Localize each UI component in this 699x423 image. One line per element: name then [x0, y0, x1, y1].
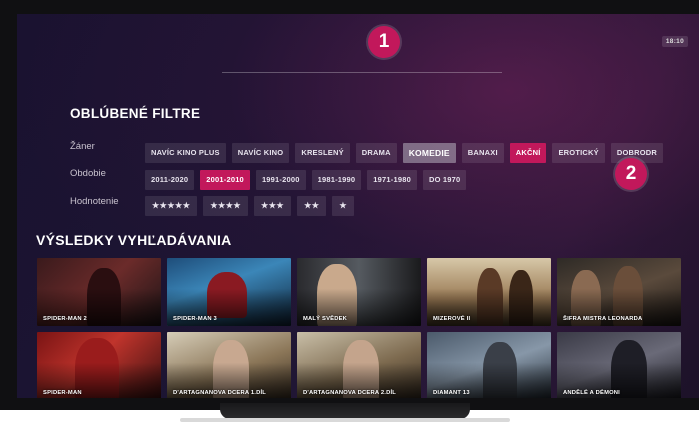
poster-shade	[297, 332, 421, 398]
movie-tile[interactable]: SPIDER-MAN 2	[37, 258, 161, 326]
genre-filter-row: NAVÍC KINO PLUS NAVÍC KINO KRESLENÝ DRAM…	[145, 143, 663, 163]
genre-chip-selected[interactable]: AKČNÍ	[509, 143, 547, 163]
genre-chip[interactable]: KRESLENÝ	[295, 143, 350, 163]
genre-chip[interactable]: NAVÍC KINO PLUS	[145, 143, 226, 163]
movie-title: ANDĚLÉ A DÉMONI	[563, 390, 620, 396]
period-chip[interactable]: 1971-1980	[367, 170, 417, 190]
rating-chip-3-stars[interactable]: ★★★	[254, 196, 292, 216]
movie-title: D'ARTAGNANOVA DCERA 2.DÍL	[303, 390, 397, 396]
movie-tile[interactable]: SPIDER-MAN	[37, 332, 161, 398]
movie-tile[interactable]: D'ARTAGNANOVA DCERA 1.DÍL	[167, 332, 291, 398]
period-chip[interactable]: 1981-1990	[311, 170, 362, 190]
poster-shade	[167, 332, 291, 398]
favorite-filters-title: OBLÚBENÉ FILTRE	[70, 106, 201, 121]
period-filter-row: 2011-2020 2001-2010 1991-2000 1981-1990 …	[145, 170, 467, 190]
rating-chip-2-stars[interactable]: ★★	[297, 196, 327, 216]
movie-title: MALÝ SVĚDEK	[303, 316, 348, 322]
genre-chip[interactable]: DRAMA	[355, 143, 397, 163]
tv-stand	[180, 403, 510, 422]
tv-screen: 18:10 OBLÚBENÉ FILTRE Žáner Obdobie Hodn…	[17, 14, 699, 398]
movie-title: SPIDER-MAN 3	[173, 316, 217, 322]
genre-chip[interactable]: EROTICKÝ	[552, 143, 605, 163]
rating-chip-1-star[interactable]: ★	[332, 196, 355, 216]
movie-tile[interactable]: SPIDER-MAN 3	[167, 258, 291, 326]
movie-tile[interactable]: ŠIFRA MISTRA LEONARDA	[557, 258, 681, 326]
movie-title: SPIDER-MAN	[43, 390, 82, 396]
poster-shade	[557, 332, 681, 398]
clock: 18:10	[661, 36, 688, 47]
movie-title: DIAMANT 13	[433, 390, 470, 396]
rating-filter-row: ★★★★★ ★★★★ ★★★ ★★ ★	[145, 196, 355, 216]
callout-badge-1: 1	[368, 26, 400, 58]
period-chip[interactable]: 1991-2000	[255, 170, 306, 190]
rating-chip-5-stars[interactable]: ★★★★★	[145, 196, 198, 216]
genre-chip[interactable]: BANAXI	[461, 143, 504, 163]
genre-label: Žáner	[70, 141, 95, 152]
callout-badge-2: 2	[615, 158, 647, 190]
movie-tile[interactable]: MALÝ SVĚDEK	[297, 258, 421, 326]
movie-tile[interactable]: MIZEROVÉ II	[427, 258, 551, 326]
movie-tile[interactable]: D'ARTAGNANOVA DCERA 2.DÍL	[297, 332, 421, 398]
search-results-title: VÝSLEDKY VYHĽADÁVANIA	[36, 232, 232, 248]
rating-label: Hodnotenie	[70, 196, 119, 207]
search-field-underline[interactable]	[222, 72, 502, 73]
genre-chip-focused[interactable]: KOMEDIE	[402, 143, 456, 163]
movie-tile[interactable]: ANDĚLÉ A DÉMONI	[557, 332, 681, 398]
period-label: Obdobie	[70, 168, 106, 179]
period-chip-selected[interactable]: 2001-2010	[200, 170, 250, 190]
genre-chip[interactable]: NAVÍC KINO	[231, 143, 290, 163]
movie-title: ŠIFRA MISTRA LEONARDA	[563, 316, 643, 322]
movie-title: MIZEROVÉ II	[433, 316, 471, 322]
period-chip[interactable]: DO 1970	[422, 170, 467, 190]
results-row: SPIDER-MAN D'ARTAGNANOVA DCERA 1.DÍL D'A…	[37, 332, 681, 398]
poster-shade	[427, 332, 551, 398]
movie-tile[interactable]: DIAMANT 13	[427, 332, 551, 398]
movie-title: SPIDER-MAN 2	[43, 316, 87, 322]
period-chip[interactable]: 2011-2020	[145, 170, 195, 190]
rating-chip-4-stars[interactable]: ★★★★	[203, 196, 249, 216]
results-row: SPIDER-MAN 2 SPIDER-MAN 3 MALÝ SVĚDEK MI…	[37, 258, 681, 326]
poster-shade	[37, 332, 161, 398]
movie-title: D'ARTAGNANOVA DCERA 1.DÍL	[173, 390, 267, 396]
